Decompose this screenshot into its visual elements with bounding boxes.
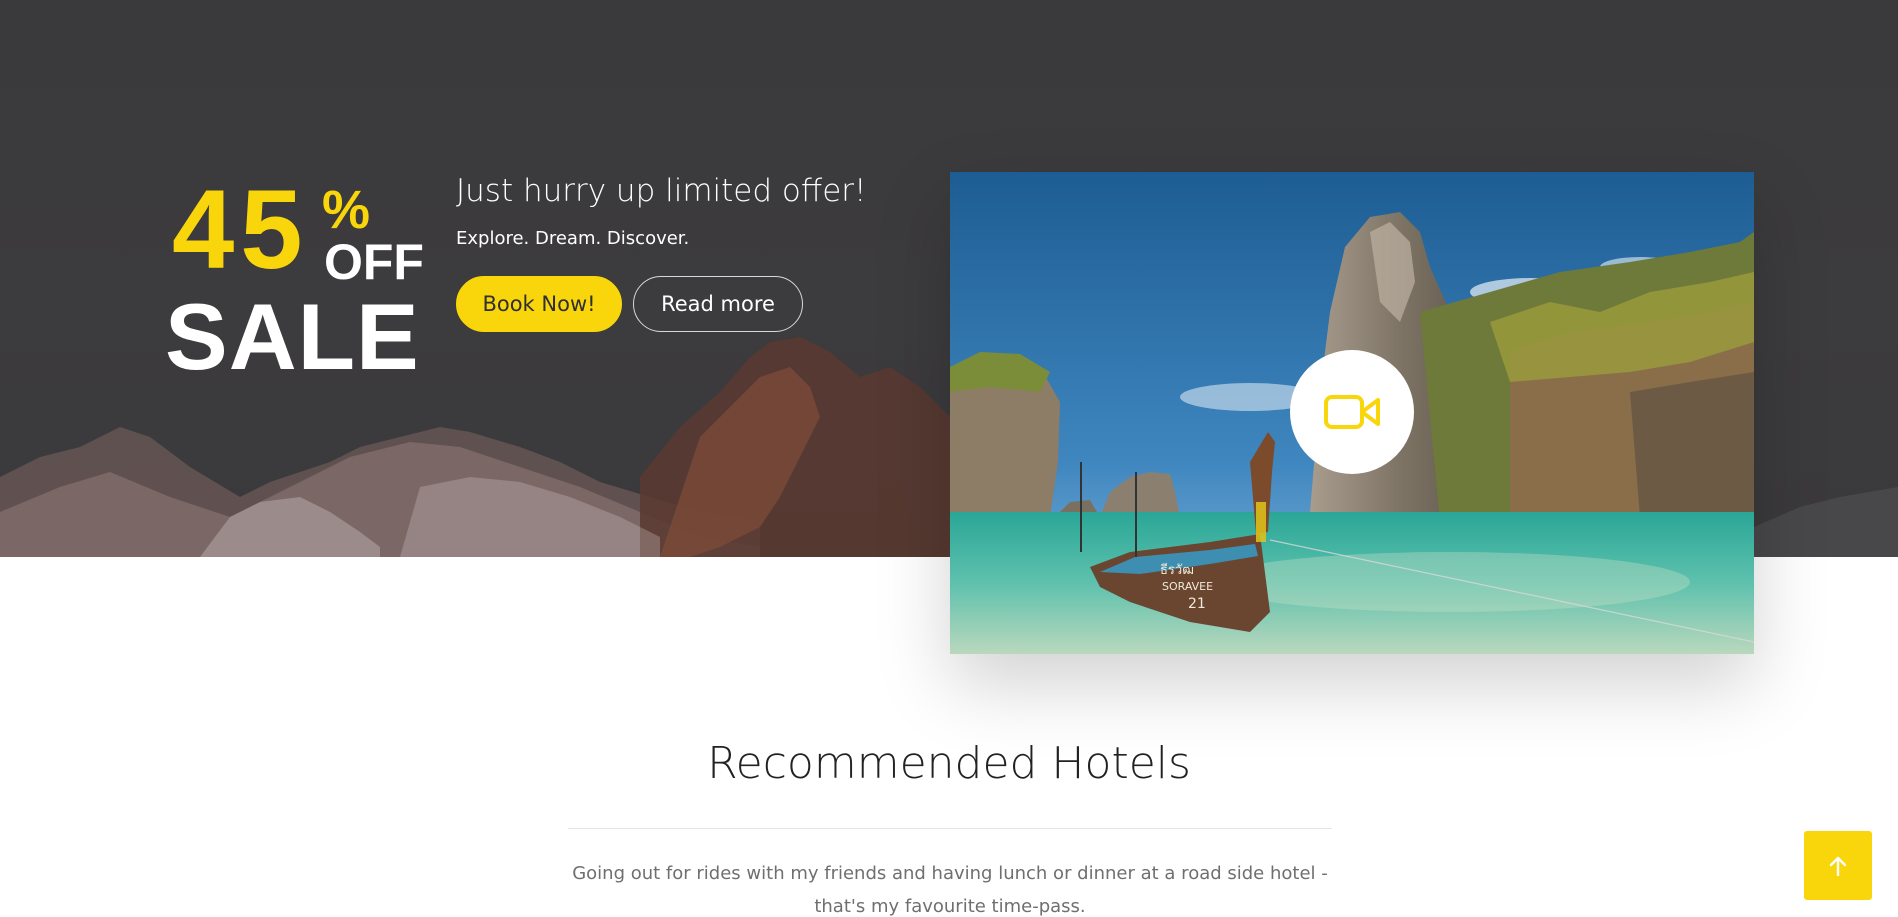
offer-buttons: Book Now! Read more bbox=[456, 276, 916, 332]
offer-content: Just hurry up limited offer! Explore. Dr… bbox=[456, 168, 916, 332]
book-now-button[interactable]: Book Now! bbox=[456, 276, 622, 332]
sale-badge: 45 % OFF SALE bbox=[160, 167, 430, 389]
discount-number: 45 bbox=[172, 167, 309, 292]
section-divider bbox=[568, 828, 1332, 829]
play-video-button[interactable] bbox=[1290, 350, 1414, 474]
section-description: Going out for rides with my friends and … bbox=[572, 863, 1328, 917]
discount-percent: % bbox=[322, 180, 371, 240]
video-camera-icon bbox=[1324, 395, 1380, 429]
boat-lettering-line-2: SORAVEE bbox=[1162, 580, 1213, 593]
discount-off-label: OFF bbox=[324, 234, 424, 290]
sale-label: SALE bbox=[165, 284, 420, 389]
back-to-top-button[interactable] bbox=[1804, 831, 1872, 900]
arrow-up-icon bbox=[1829, 856, 1847, 876]
boat-lettering-line-1: ธีรวัฒ bbox=[1160, 562, 1194, 578]
video-thumbnail[interactable]: ธีรวัฒ SORAVEE 21 bbox=[950, 172, 1754, 654]
offer-title: Just hurry up limited offer! bbox=[456, 173, 867, 209]
section-title: Recommended Hotels bbox=[707, 738, 1191, 789]
read-more-button[interactable]: Read more bbox=[633, 276, 803, 332]
offer-tagline: Explore. Dream. Discover. bbox=[456, 228, 690, 249]
boat-lettering-line-3: 21 bbox=[1188, 596, 1206, 612]
